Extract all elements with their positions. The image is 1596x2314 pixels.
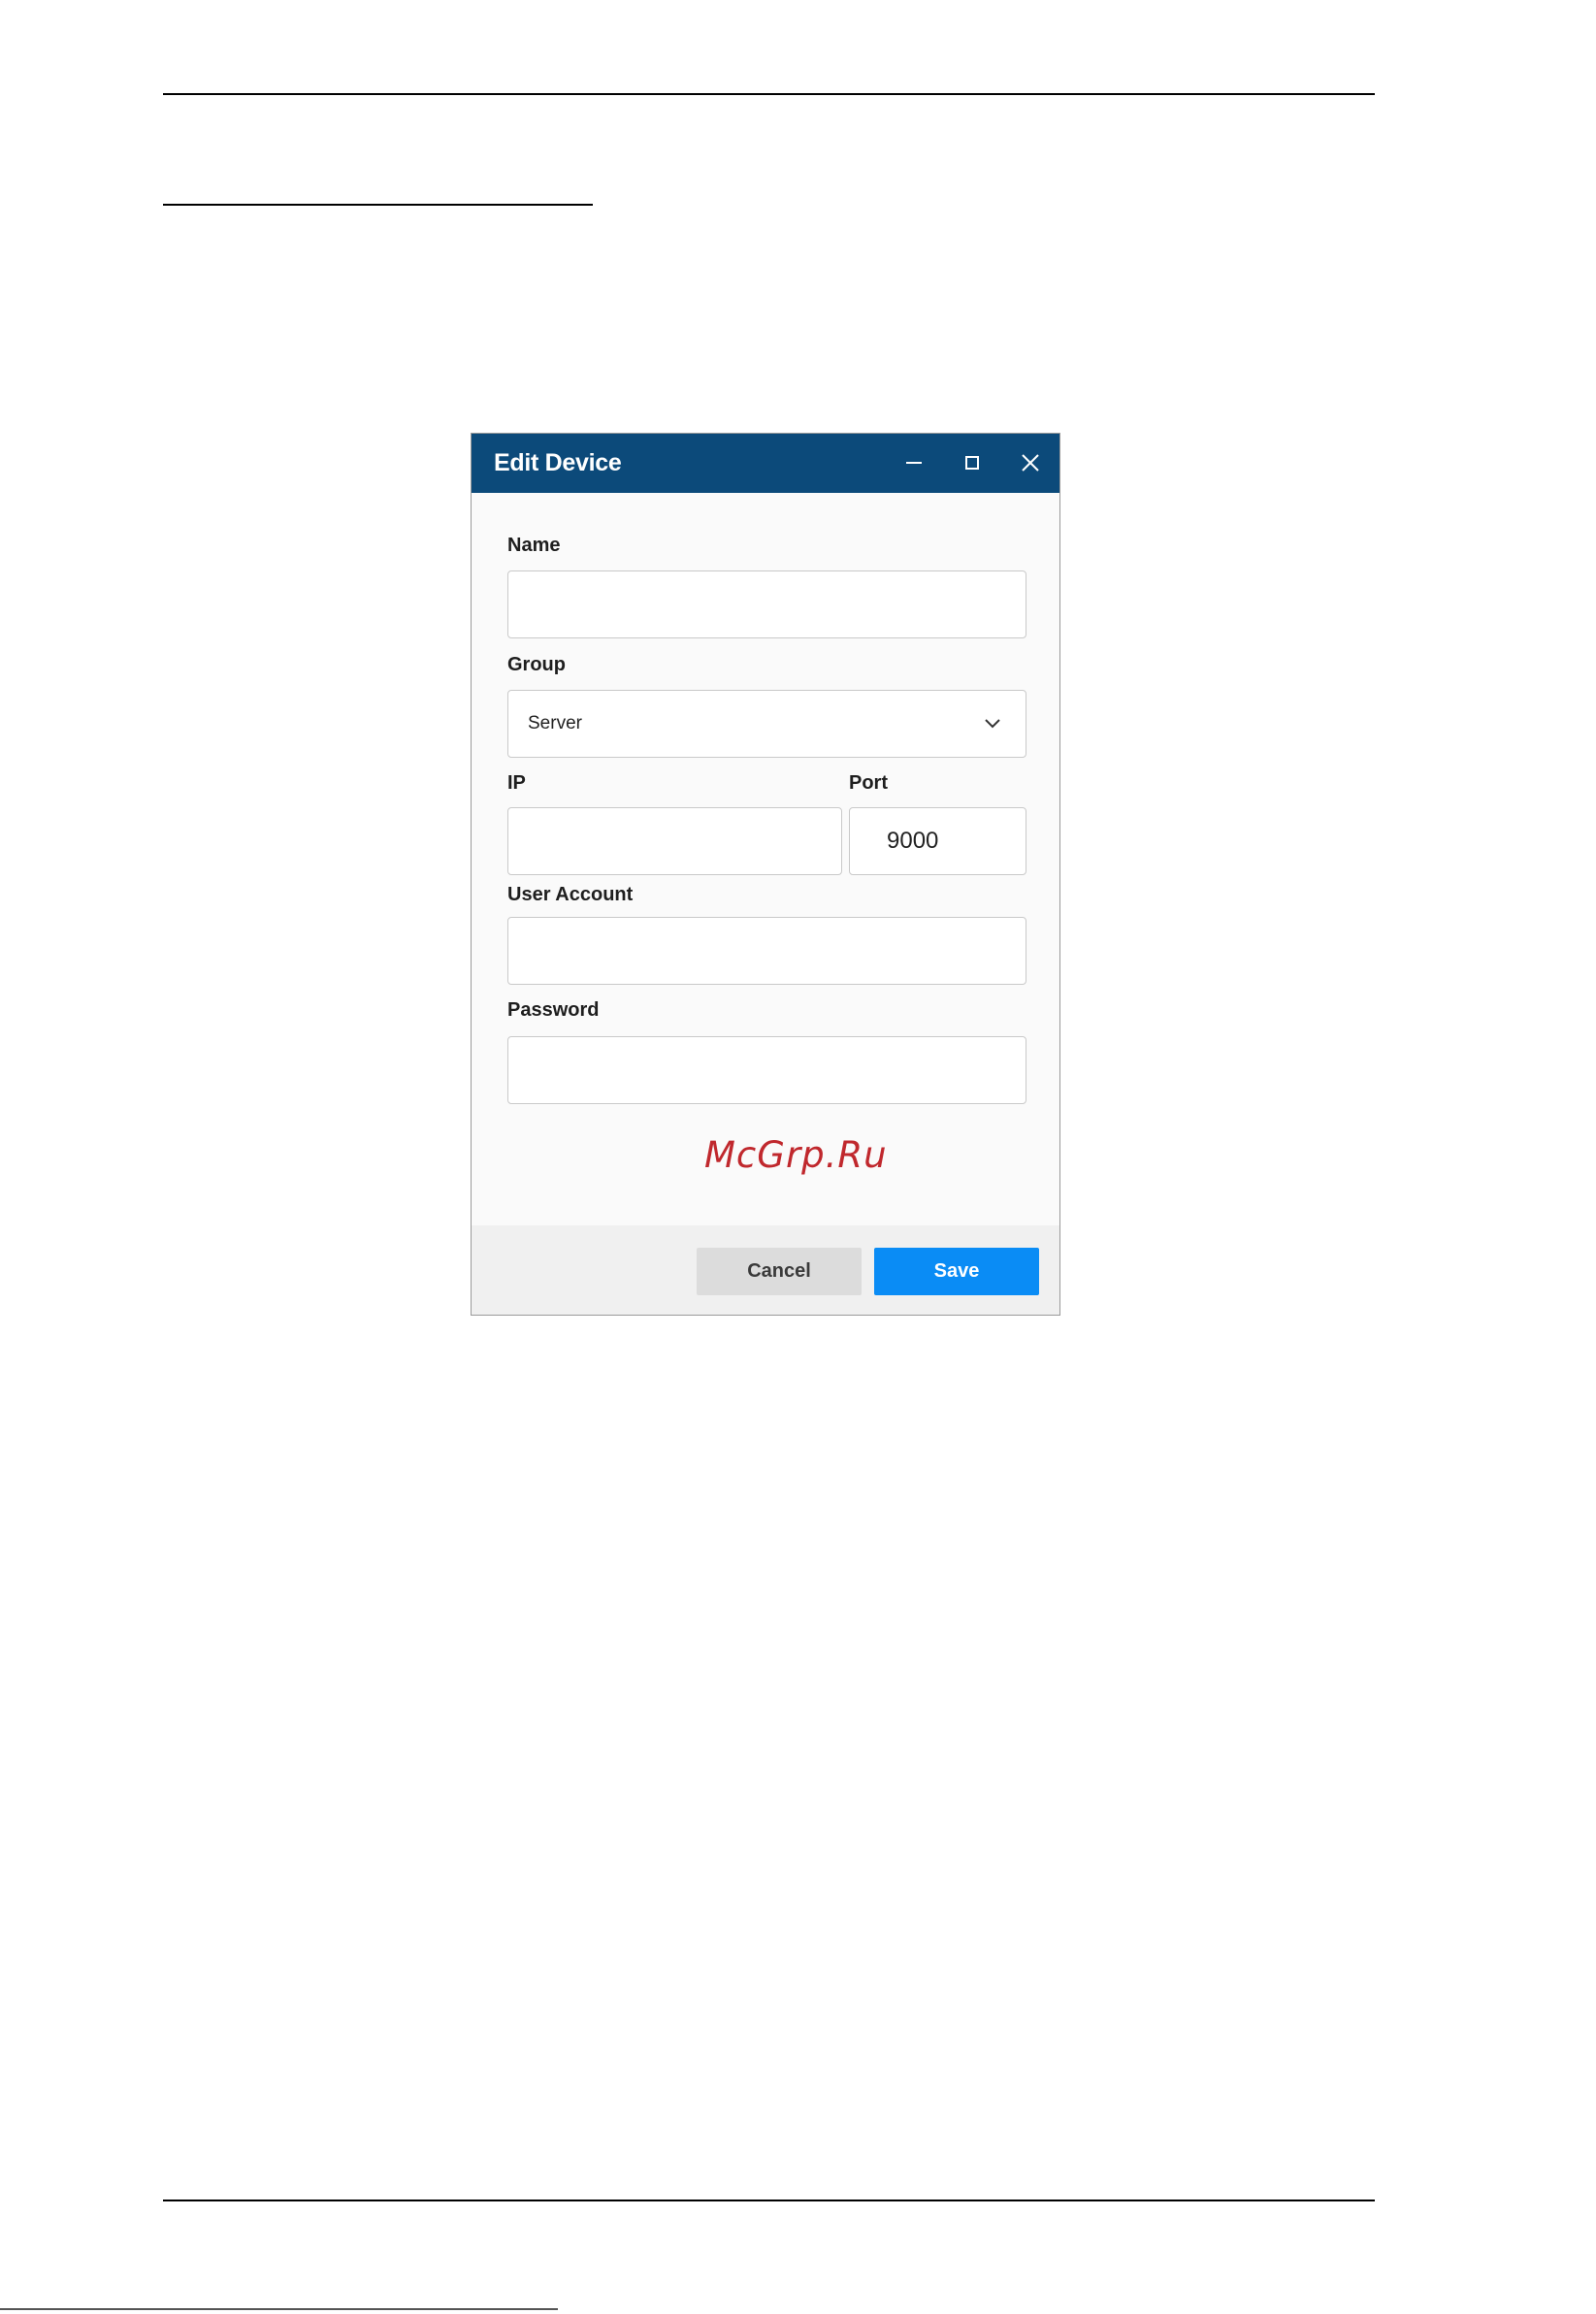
watermark: McGrp.Ru [704, 1134, 888, 1176]
name-label: Name [507, 535, 561, 556]
dialog-titlebar: Edit Device [472, 434, 1059, 493]
minimize-icon [906, 462, 922, 464]
name-input[interactable] [507, 570, 1026, 638]
chevron-down-icon [985, 719, 1000, 729]
save-button[interactable]: Save [874, 1248, 1039, 1295]
group-select[interactable]: Server [507, 690, 1026, 758]
ip-input[interactable] [507, 807, 842, 875]
page-footer-rule [163, 2200, 1375, 2201]
section-heading-underline [163, 204, 593, 206]
page-header-rule [163, 93, 1375, 95]
close-icon [1022, 454, 1039, 472]
port-value: 9000 [887, 828, 939, 854]
port-label: Port [849, 772, 888, 794]
cancel-button[interactable]: Cancel [697, 1248, 862, 1295]
close-button[interactable] [1001, 434, 1059, 493]
maximize-icon [965, 456, 979, 470]
ip-label: IP [507, 772, 526, 794]
page-bottom-line [0, 2308, 558, 2310]
password-label: Password [507, 999, 600, 1021]
group-label: Group [507, 654, 566, 675]
user-account-label: User Account [507, 884, 634, 905]
maximize-button[interactable] [943, 434, 1001, 493]
password-input[interactable] [507, 1036, 1026, 1104]
port-input[interactable]: 9000 [849, 807, 1026, 875]
minimize-button[interactable] [885, 434, 943, 493]
edit-device-dialog: Edit Device Name Group Server IP Port 90… [471, 433, 1060, 1316]
group-selected-value: Server [528, 713, 582, 733]
dialog-title: Edit Device [494, 449, 622, 476]
user-account-input[interactable] [507, 917, 1026, 985]
